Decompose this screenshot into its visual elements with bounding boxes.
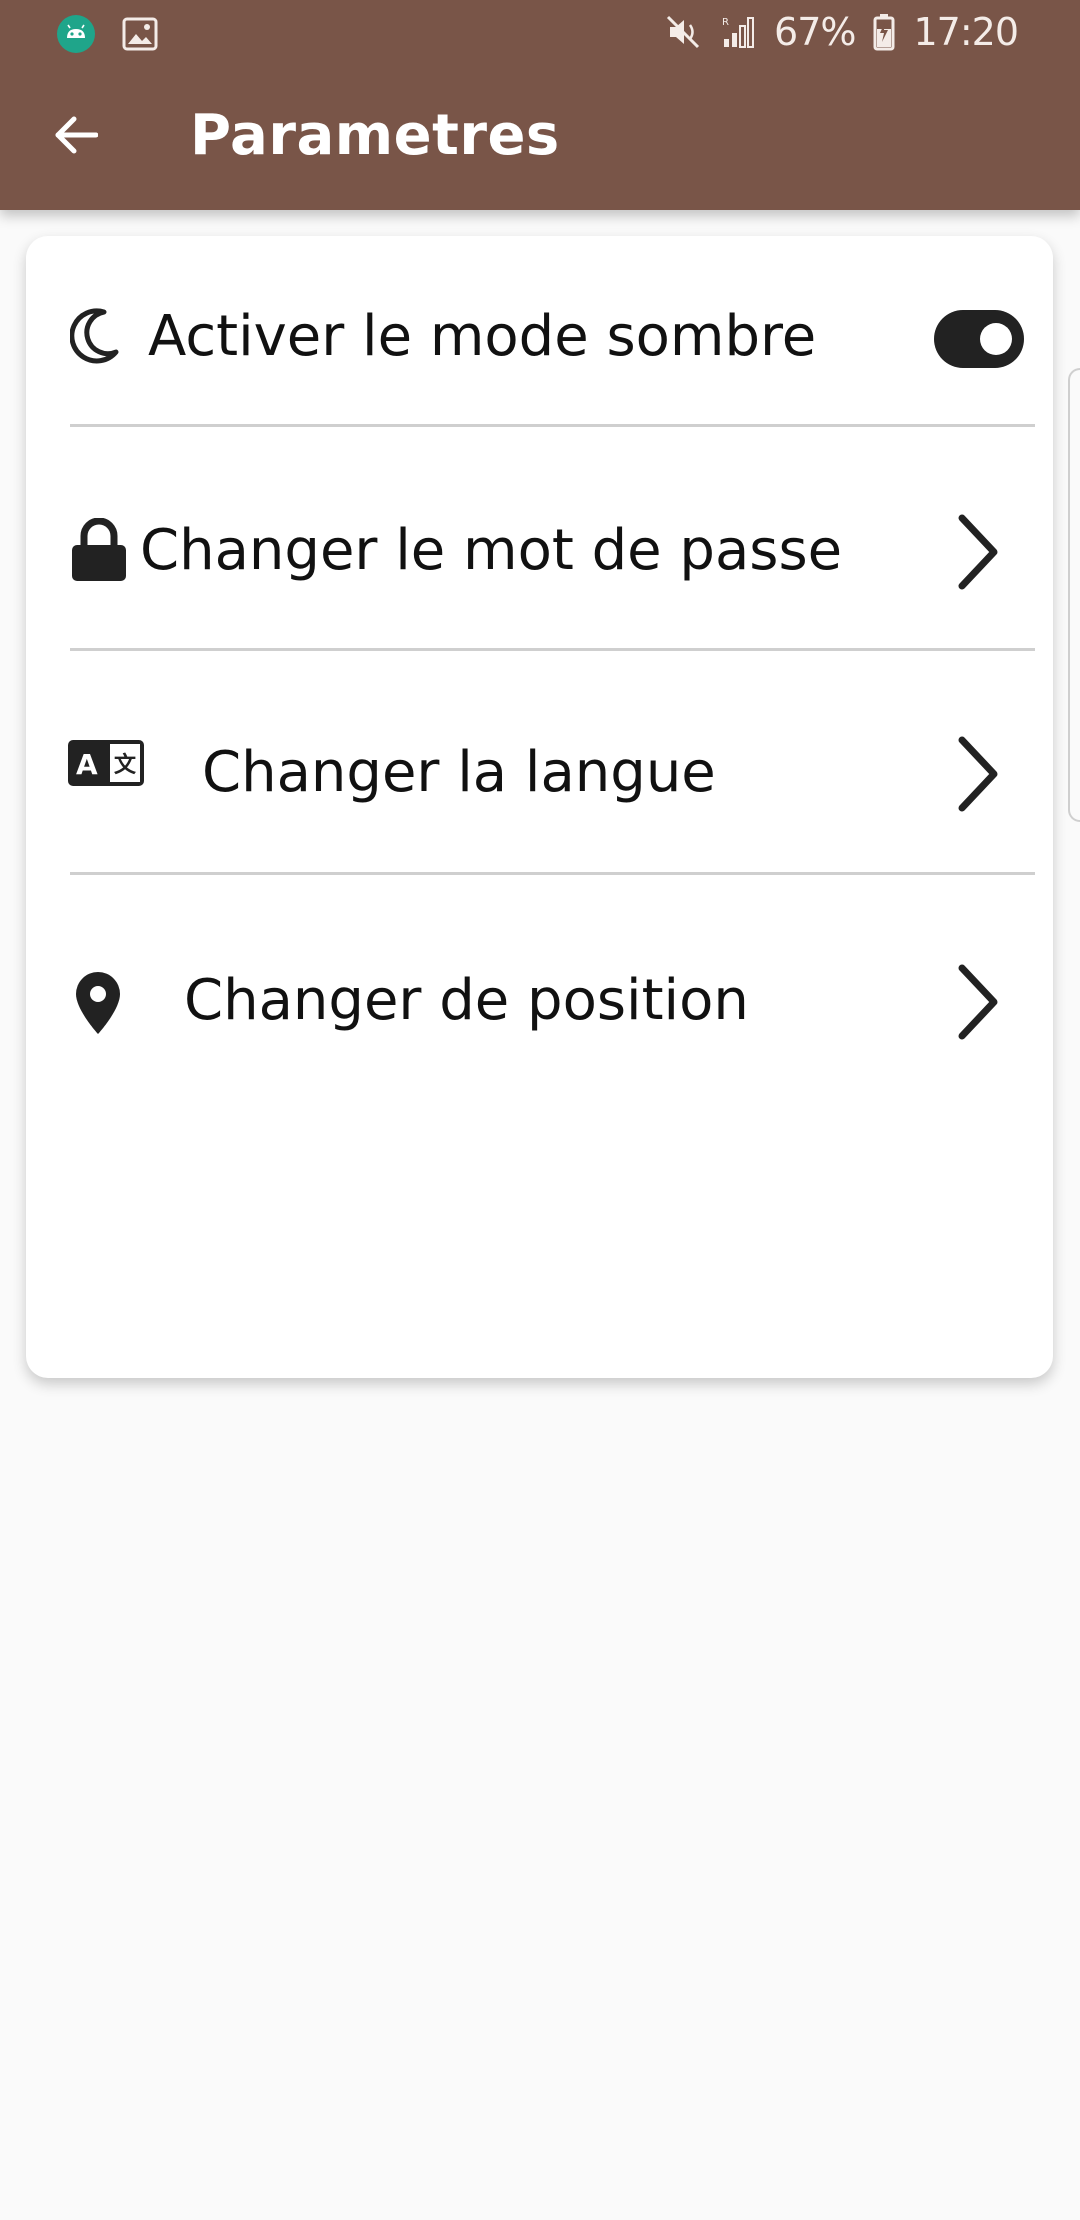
edge-panel-handle[interactable]	[1068, 368, 1080, 822]
change-password-row[interactable]: Changer le mot de passe	[26, 428, 1053, 650]
dark-mode-toggle[interactable]	[934, 310, 1024, 368]
svg-text:A: A	[76, 748, 98, 781]
status-right: R 67% 17:20	[664, 10, 1019, 54]
divider	[70, 648, 1035, 651]
chevron-right-icon	[958, 964, 998, 1040]
change-password-label: Changer le mot de passe	[140, 518, 843, 583]
page-title: Parametres	[190, 103, 560, 168]
lock-icon	[72, 518, 126, 581]
toggle-knob	[980, 323, 1012, 355]
svg-text:R: R	[722, 17, 729, 28]
status-bar: R 67% 17:20	[0, 0, 1080, 68]
translate-icon: A 文	[68, 740, 144, 786]
change-language-label: Changer la langue	[202, 740, 716, 805]
dark-mode-label: Activer le mode sombre	[148, 304, 817, 369]
divider	[70, 424, 1035, 427]
divider	[70, 872, 1035, 875]
battery-charging-icon	[873, 14, 895, 51]
change-language-row[interactable]: A 文 Changer la langue	[26, 652, 1053, 874]
location-pin-icon	[76, 972, 120, 1034]
svg-text:文: 文	[114, 752, 137, 778]
status-left-icons	[56, 14, 158, 54]
image-icon	[122, 17, 158, 51]
battery-percent: 67%	[774, 10, 856, 54]
signal-icon: R	[722, 17, 755, 48]
arrow-left-icon	[55, 116, 98, 154]
android-debug-icon	[57, 15, 95, 53]
mute-icon	[666, 15, 700, 49]
back-button[interactable]	[40, 100, 110, 170]
toolbar: Parametres	[0, 68, 1080, 210]
app-header: R 67% 17:20 Parametres	[0, 0, 1080, 210]
clock: 17:20	[913, 10, 1019, 54]
change-position-label: Changer de position	[184, 968, 749, 1033]
chevron-right-icon	[958, 736, 998, 812]
settings-card: Activer le mode sombre Changer le mot de…	[26, 236, 1053, 1378]
chevron-right-icon	[958, 514, 998, 590]
moon-icon	[70, 308, 119, 364]
change-position-row[interactable]: Changer de position	[26, 876, 1053, 1098]
